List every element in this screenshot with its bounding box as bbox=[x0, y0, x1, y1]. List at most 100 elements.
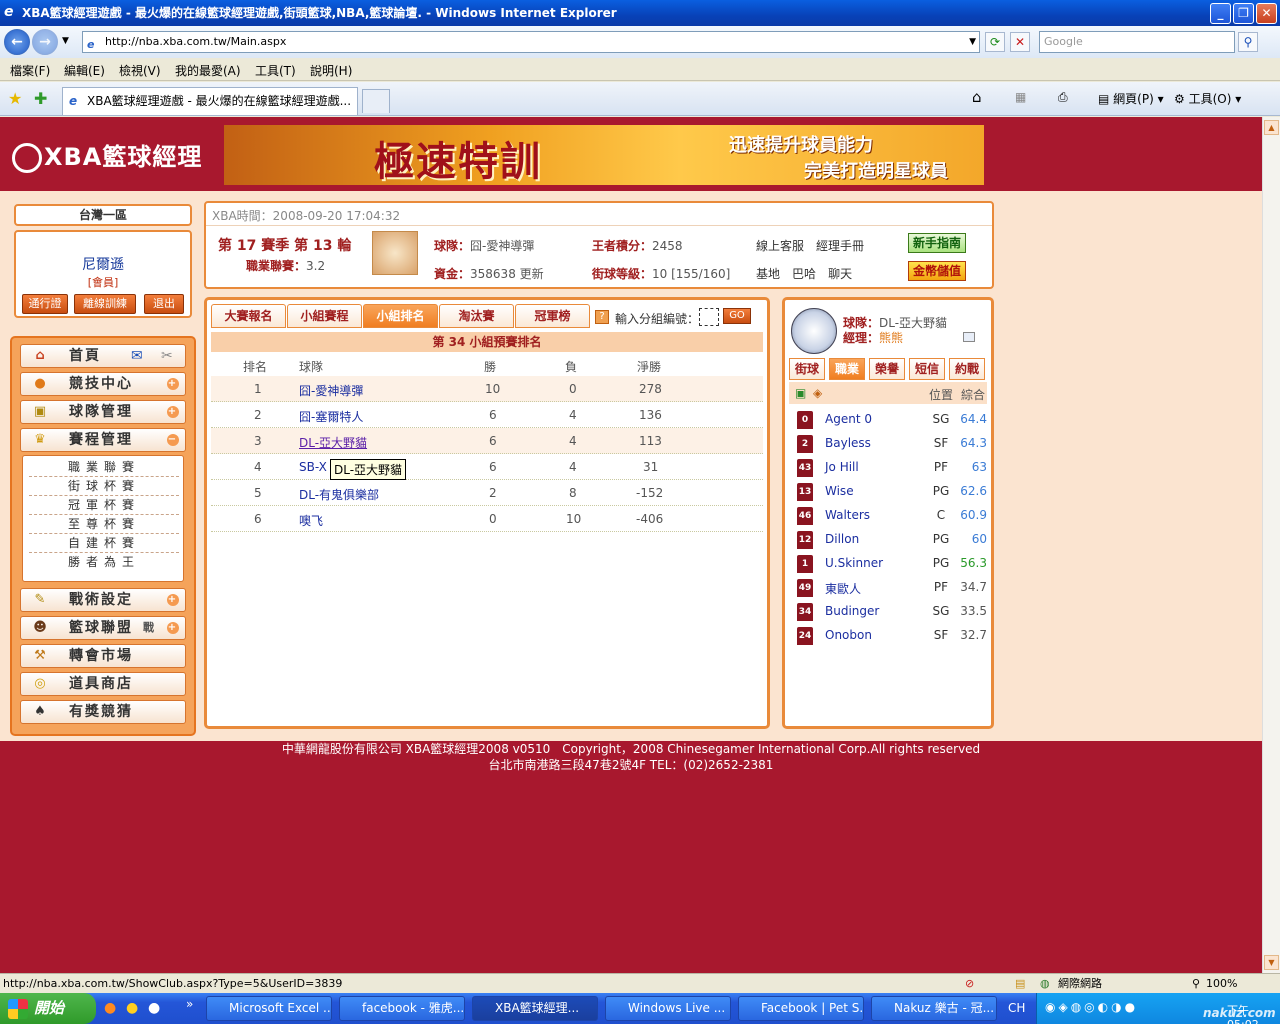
add-favorite-icon[interactable]: ✚ bbox=[34, 89, 47, 108]
rtab-messages[interactable]: 短信 bbox=[909, 358, 945, 380]
nav-home[interactable]: ⌂ 首頁 ✉ ✂ bbox=[20, 344, 186, 368]
task-xba[interactable]: XBA籃球經理... bbox=[472, 996, 598, 1021]
favorites-star-icon[interactable]: ★ bbox=[8, 89, 22, 108]
task-facebook[interactable]: facebook - 雅虎... bbox=[339, 996, 465, 1021]
zoom-level[interactable]: 100% bbox=[1206, 974, 1237, 993]
back-button[interactable]: ← bbox=[4, 29, 30, 55]
mail-icon[interactable]: ✉ bbox=[131, 345, 145, 367]
tools-icon[interactable]: ✂ bbox=[161, 345, 175, 367]
language-indicator[interactable]: CH bbox=[1008, 1001, 1025, 1015]
recharge-button[interactable]: 金幣儲值 bbox=[908, 261, 966, 281]
player-name[interactable]: 東歐人 bbox=[825, 580, 861, 597]
update-link[interactable]: 更新 bbox=[520, 267, 544, 281]
camera-icon[interactable]: ▣ bbox=[795, 386, 806, 400]
task-excel[interactable]: Microsoft Excel ... bbox=[206, 996, 332, 1021]
feeds-icon[interactable]: ▦ bbox=[1015, 90, 1026, 104]
baha-link[interactable]: 巴哈 bbox=[792, 267, 816, 281]
group-number-input[interactable] bbox=[699, 308, 719, 326]
sub-winner[interactable]: 勝者為王 bbox=[29, 553, 179, 572]
forward-button[interactable]: → bbox=[32, 29, 58, 55]
menu-file[interactable]: 檔案(F) bbox=[10, 62, 50, 79]
player-name[interactable]: Jo Hill bbox=[825, 460, 859, 474]
logout-button[interactable]: 退出 bbox=[144, 294, 184, 314]
player-name[interactable]: Agent 0 bbox=[825, 412, 872, 426]
expand-icon[interactable]: + bbox=[167, 594, 179, 606]
sub-street-cup[interactable]: 街球杯賽 bbox=[29, 477, 179, 496]
task-facebook-pet[interactable]: Facebook | Pet S... bbox=[738, 996, 864, 1021]
refresh-icon[interactable]: ⟳ bbox=[985, 32, 1005, 52]
menu-favorites[interactable]: 我的最愛(A) bbox=[175, 62, 241, 79]
player-name[interactable]: Wise bbox=[825, 484, 854, 498]
player-name[interactable]: Bayless bbox=[825, 436, 871, 450]
security-icon[interactable]: ⊘ bbox=[965, 974, 974, 993]
tab-signup[interactable]: 大賽報名 bbox=[211, 304, 286, 328]
team-link[interactable]: SB-X bbox=[299, 460, 327, 474]
chat-link[interactable]: 聊天 bbox=[828, 267, 852, 281]
firefox-icon[interactable]: ● bbox=[104, 1000, 116, 1016]
new-tab-button[interactable] bbox=[362, 89, 390, 113]
tab-group-ranking[interactable]: 小組排名 bbox=[363, 304, 438, 328]
service-link[interactable]: 線上客服 bbox=[756, 239, 804, 253]
rtab-challenge[interactable]: 約戰 bbox=[949, 358, 985, 380]
maximize-button[interactable]: ❐ bbox=[1233, 3, 1254, 24]
tray-icons[interactable]: ◉◈◍◎◐◑● bbox=[1045, 1000, 1138, 1014]
tab-knockout[interactable]: 淘汰賽 bbox=[439, 304, 514, 328]
search-input[interactable]: Google bbox=[1039, 31, 1235, 53]
search-icon[interactable]: ⚲ bbox=[1238, 32, 1258, 52]
expand-icon[interactable]: + bbox=[167, 406, 179, 418]
address-input[interactable]: e http://nba.xba.com.tw/Main.aspx ▼ bbox=[82, 31, 980, 53]
nav-lottery[interactable]: ♠ 有獎競猜 bbox=[20, 700, 186, 724]
sub-champion-cup[interactable]: 冠軍杯賽 bbox=[29, 496, 179, 515]
refresh-roster-icon[interactable]: ◈ bbox=[813, 386, 822, 400]
offline-training-button[interactable]: 離線訓練 bbox=[74, 294, 136, 314]
address-dropdown-icon[interactable]: ▼ bbox=[969, 32, 976, 52]
nav-tactics[interactable]: ✎ 戰術設定 + bbox=[20, 588, 186, 612]
rtab-honor[interactable]: 榮譽 bbox=[869, 358, 905, 380]
message-icon[interactable] bbox=[963, 332, 975, 342]
menu-edit[interactable]: 編輯(E) bbox=[64, 62, 105, 79]
menu-view[interactable]: 檢視(V) bbox=[119, 62, 161, 79]
close-button[interactable]: ✕ bbox=[1256, 3, 1277, 24]
tab-champions[interactable]: 冠軍榜 bbox=[515, 304, 590, 328]
stop-icon[interactable]: ✕ bbox=[1010, 32, 1030, 52]
rtab-street[interactable]: 街球 bbox=[789, 358, 825, 380]
scroll-down-icon[interactable]: ▼ bbox=[1264, 955, 1279, 970]
home-icon[interactable]: ⌂ bbox=[972, 88, 982, 106]
minimize-button[interactable]: _ bbox=[1210, 3, 1231, 24]
vertical-scrollbar[interactable]: ▲ ▼ bbox=[1262, 117, 1280, 973]
help-icon[interactable]: ? bbox=[595, 310, 609, 324]
tools-menu[interactable]: ⚙ 工具(O) ▾ bbox=[1174, 90, 1241, 107]
expand-icon[interactable]: + bbox=[167, 378, 179, 390]
team-logo[interactable] bbox=[372, 231, 418, 275]
site-logo[interactable]: XBA籃球經理 bbox=[12, 137, 202, 173]
wildcat-logo[interactable] bbox=[791, 308, 837, 354]
player-name[interactable]: Dillon bbox=[825, 532, 859, 546]
user-name[interactable]: 尼爾遜 bbox=[16, 254, 190, 274]
nav-league[interactable]: ☻ 籃球聯盟 戰 + bbox=[20, 616, 186, 640]
player-name[interactable]: Walters bbox=[825, 508, 870, 522]
scroll-up-icon[interactable]: ▲ bbox=[1264, 120, 1279, 135]
base-link[interactable]: 基地 bbox=[756, 267, 780, 281]
expand-icon[interactable]: + bbox=[167, 622, 179, 634]
team-link[interactable]: DL-有鬼俱樂部 bbox=[299, 486, 379, 503]
tab-group-schedule[interactable]: 小組賽程 bbox=[287, 304, 362, 328]
collapse-icon[interactable]: − bbox=[167, 434, 179, 446]
tab-xba[interactable]: e XBA籃球經理遊戲 - 最火爆的在線籃球經理遊戲... bbox=[62, 87, 358, 115]
sub-supreme-cup[interactable]: 至尊杯賽 bbox=[29, 515, 179, 534]
task-live[interactable]: Windows Live ... bbox=[605, 996, 731, 1021]
go-button[interactable]: GO bbox=[723, 308, 751, 324]
ad-banner[interactable]: 極速特訓 迅速提升球員能力 完美打造明星球員 bbox=[224, 125, 984, 185]
page-menu[interactable]: ▤ 網頁(P) ▾ bbox=[1098, 90, 1164, 107]
start-button[interactable]: 開始 bbox=[0, 993, 96, 1024]
player-name[interactable]: U.Skinner bbox=[825, 556, 883, 570]
team-link[interactable]: 囧-愛神導彈 bbox=[299, 382, 363, 399]
team-link[interactable]: 囧-塞爾特人 bbox=[299, 408, 363, 425]
nav-arena[interactable]: ● 競技中心 + bbox=[20, 372, 186, 396]
rtab-pro[interactable]: 職業 bbox=[829, 358, 865, 380]
nav-shop[interactable]: ◎ 道具商店 bbox=[20, 672, 186, 696]
player-name[interactable]: Budinger bbox=[825, 604, 879, 618]
sub-pro-league[interactable]: 職業聯賽 bbox=[29, 458, 179, 477]
sub-custom-cup[interactable]: 自建杯賽 bbox=[29, 534, 179, 553]
more-icon[interactable]: » bbox=[186, 997, 193, 1011]
history-dropdown-icon[interactable]: ▼ bbox=[62, 36, 69, 46]
